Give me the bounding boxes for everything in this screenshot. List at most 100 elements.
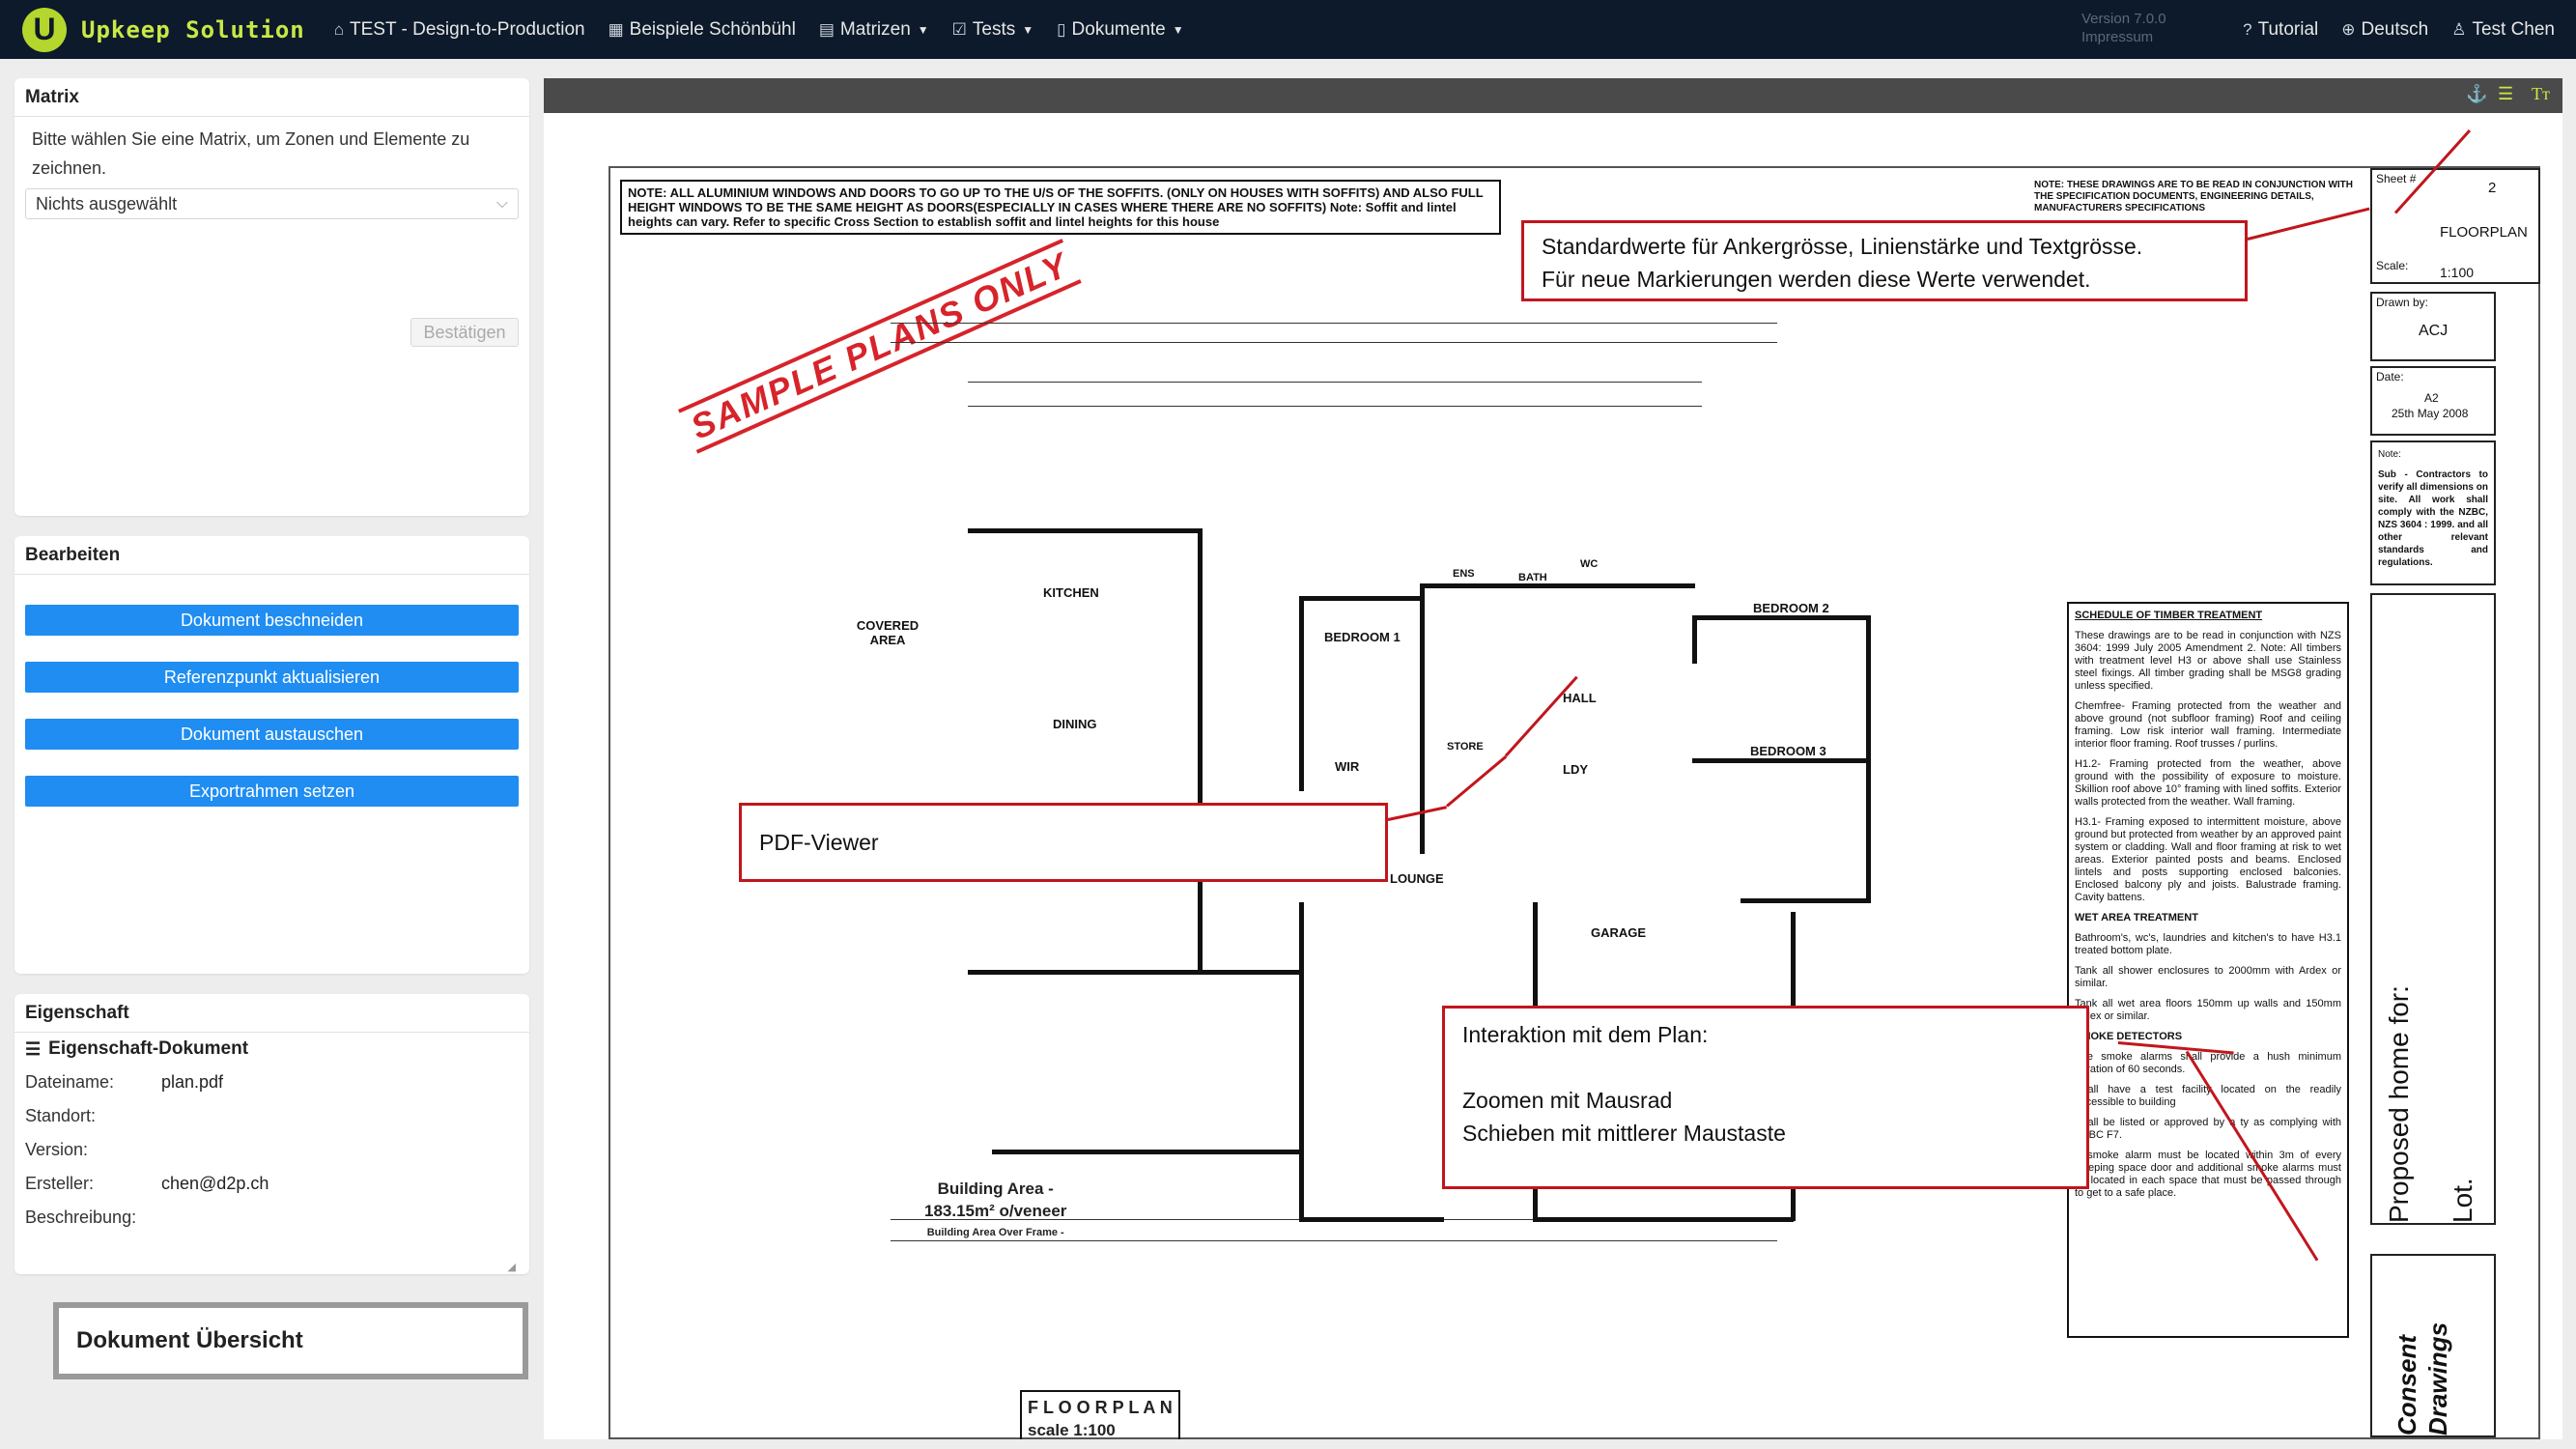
description-textarea[interactable]: ◢ xyxy=(25,1229,518,1275)
property-key: Dateiname: xyxy=(25,1072,115,1092)
sheet-label: Sheet # xyxy=(2376,172,2417,185)
date-value-2: 25th May 2008 xyxy=(2392,407,2469,420)
pdf-viewer[interactable]: ⚓ ☰ Tт NOTE: ALL ALUMINIUM WINDOWS AND D… xyxy=(544,78,2562,1439)
defaults-callout: Standardwerte für Ankergrösse, Linienstä… xyxy=(1521,220,2248,301)
schedule-paragraph: SMOKE DETECTORS xyxy=(2075,1031,2183,1042)
schedule-items: These drawings are to be read in conjunc… xyxy=(2075,630,2341,1200)
line-weight-icon[interactable]: ☰ xyxy=(2498,84,2513,104)
schedule-paragraph: The smoke alarms shall provide a hush mi… xyxy=(2075,1051,2341,1075)
room-bedroom-1: BEDROOM 1 xyxy=(1324,630,1401,644)
note-label: Note: xyxy=(2378,449,2401,460)
drawings-label: Drawings xyxy=(2423,1321,2452,1435)
nav-item-test-design-to-production[interactable]: ⌂ TEST - Design-to-Production xyxy=(334,19,585,41)
nav-item-dokumente[interactable]: ▯ Dokumente ▼ xyxy=(1057,19,1183,41)
property-value: chen@d2p.ch xyxy=(161,1174,269,1193)
drawn-label: Drawn by: xyxy=(2376,296,2429,309)
room-ldy: LDY xyxy=(1563,762,1588,777)
caret-down-icon: ▼ xyxy=(917,22,929,37)
dimension-line xyxy=(968,382,1702,383)
schedule-paragraph: H3.1- Framing exposed to intermittent mo… xyxy=(2075,816,2341,903)
matrix-panel-title: Matrix xyxy=(14,78,529,117)
property-panel-title: Eigenschaft xyxy=(14,994,529,1033)
interaction-callout-pan: Schieben mit mittlerer Maustaste xyxy=(1462,1121,1786,1146)
lot-label: Lot. xyxy=(2448,1178,2477,1223)
room-hall: HALL xyxy=(1563,691,1597,705)
wall xyxy=(1692,615,1697,664)
edit-button-1[interactable]: Referenzpunkt aktualisieren xyxy=(25,662,519,693)
edit-panel-title: Bearbeiten xyxy=(14,536,529,575)
confirm-button[interactable]: Bestätigen xyxy=(410,318,519,347)
version-label: Version 7.0.0 xyxy=(2081,11,2166,27)
building-area-title: Building Area - xyxy=(937,1179,1054,1198)
nav-right-test-chen[interactable]: ♙ Test Chen xyxy=(2451,19,2555,41)
nav-right-label: Tutorial xyxy=(2257,18,2319,40)
schedule-paragraph: Tank all wet area floors 150mm up walls … xyxy=(2075,998,2341,1022)
wall xyxy=(1299,598,1304,791)
schedule-paragraph: Bathroom's, wc's, laundries and kitchen'… xyxy=(2075,932,2341,956)
dimension-line xyxy=(891,323,1777,324)
plan-note: NOTE: ALL ALUMINIUM WINDOWS AND DOORS TO… xyxy=(620,180,1501,235)
edit-button-2[interactable]: Dokument austauschen xyxy=(25,719,519,750)
schedule-paragraph: These drawings are to be read in conjunc… xyxy=(2075,630,2341,692)
matrix-description: Bitte wählen Sie eine Matrix, um Zonen u… xyxy=(32,129,470,178)
scale-value: 1:100 xyxy=(2440,265,2475,280)
interaction-callout-zoom: Zoomen mit Mausrad xyxy=(1462,1088,1673,1113)
caret-down-icon: ▼ xyxy=(1022,22,1034,37)
sheet-number: 2 xyxy=(2488,180,2497,196)
nav-right-tutorial[interactable]: ? Tutorial xyxy=(2243,19,2318,41)
drawn-value: ACJ xyxy=(2419,323,2449,339)
globe-icon: ⊕ xyxy=(2341,19,2356,39)
nav-item-label: TEST - Design-to-Production xyxy=(350,18,585,40)
schedule-paragraph: Chemfree- Framing protected from the wea… xyxy=(2075,700,2341,750)
nav-item-tests[interactable]: ☑ Tests ▼ xyxy=(952,19,1034,41)
impressum-link[interactable]: Impressum xyxy=(2081,28,2166,46)
wall xyxy=(1741,898,1871,903)
user-icon: ♙ xyxy=(2451,19,2467,39)
edit-button-0[interactable]: Dokument beschneiden xyxy=(25,605,519,636)
dimension-line xyxy=(891,342,1777,343)
room-covered-area: COVERED AREA xyxy=(856,618,920,647)
dimension-line xyxy=(968,406,1702,407)
wall xyxy=(1692,615,1871,620)
resize-handle-icon[interactable]: ◢ xyxy=(508,1261,516,1273)
grid-icon: ▦ xyxy=(608,19,624,39)
sheet-name: FLOORPLAN xyxy=(2440,224,2528,241)
edit-button-3[interactable]: Exportrahmen setzen xyxy=(25,776,519,807)
interaction-callout-spacer xyxy=(1462,1051,2086,1084)
property-rows: Dateiname: plan.pdf Standort: Version: Erste… xyxy=(14,1065,529,1235)
property-value: plan.pdf xyxy=(161,1072,224,1092)
title-block-date: Date: A2 25th May 2008 xyxy=(2370,366,2496,436)
anchor-icon[interactable]: ⚓ xyxy=(2466,84,2487,104)
property-row: Standort: xyxy=(14,1099,529,1133)
property-key: Version: xyxy=(25,1140,89,1159)
brand-name[interactable]: Upkeep Solution xyxy=(81,16,305,43)
nav-item-matrizen[interactable]: ▤ Matrizen ▼ xyxy=(819,19,929,41)
room-kitchen: KITCHEN xyxy=(1043,585,1099,600)
property-document-title: Eigenschaft-Dokument xyxy=(48,1038,249,1059)
version-info: Version 7.0.0 Impressum xyxy=(2081,10,2166,46)
date-value-1: A2 xyxy=(2424,391,2439,405)
checklist-icon: ☑ xyxy=(951,19,967,39)
table-icon: ▤ xyxy=(818,19,835,39)
floorplan-title-box: F L O O R P L A N scale 1:100 xyxy=(1020,1390,1180,1439)
sample-stamp: SAMPLE PLANS ONLY xyxy=(678,238,1083,454)
wall xyxy=(1692,758,1871,763)
nav-right-deutsch[interactable]: ⊕ Deutsch xyxy=(2341,19,2428,41)
scale-label: Scale: xyxy=(2376,259,2409,272)
document-overview-label: Dokument Übersicht xyxy=(53,1302,528,1379)
text-size-icon[interactable]: Tт xyxy=(2532,84,2550,104)
upkeep-logo[interactable]: U xyxy=(22,7,67,52)
nav-item-label: Tests xyxy=(972,18,1016,40)
matrix-select[interactable]: Nichts ausgewählt ⌵ xyxy=(25,188,519,219)
title-block-proposed: Proposed home for: Lot. xyxy=(2370,593,2496,1225)
viewer-callout-text: PDF-Viewer xyxy=(759,830,879,855)
room-lounge: LOUNGE xyxy=(1390,871,1444,886)
nav-item-beispiele-sch-nb-hl[interactable]: ▦ Beispiele Schönbühl xyxy=(609,19,796,41)
nav-item-label: Beispiele Schönbühl xyxy=(629,18,796,40)
top-navbar: U Upkeep Solution ⌂ TEST - Design-to-Prod… xyxy=(0,0,2576,59)
defaults-callout-line-1: Standardwerte für Ankergrösse, Linienstä… xyxy=(1542,234,2143,259)
building-area-value: 183.15m² o/veneer xyxy=(924,1202,1067,1220)
schedule-title: SCHEDULE OF TIMBER TREATMENT xyxy=(2075,610,2263,621)
nav-right-label: Deutsch xyxy=(2361,18,2429,40)
floorplan-title: F L O O R P L A N xyxy=(1028,1398,1173,1417)
